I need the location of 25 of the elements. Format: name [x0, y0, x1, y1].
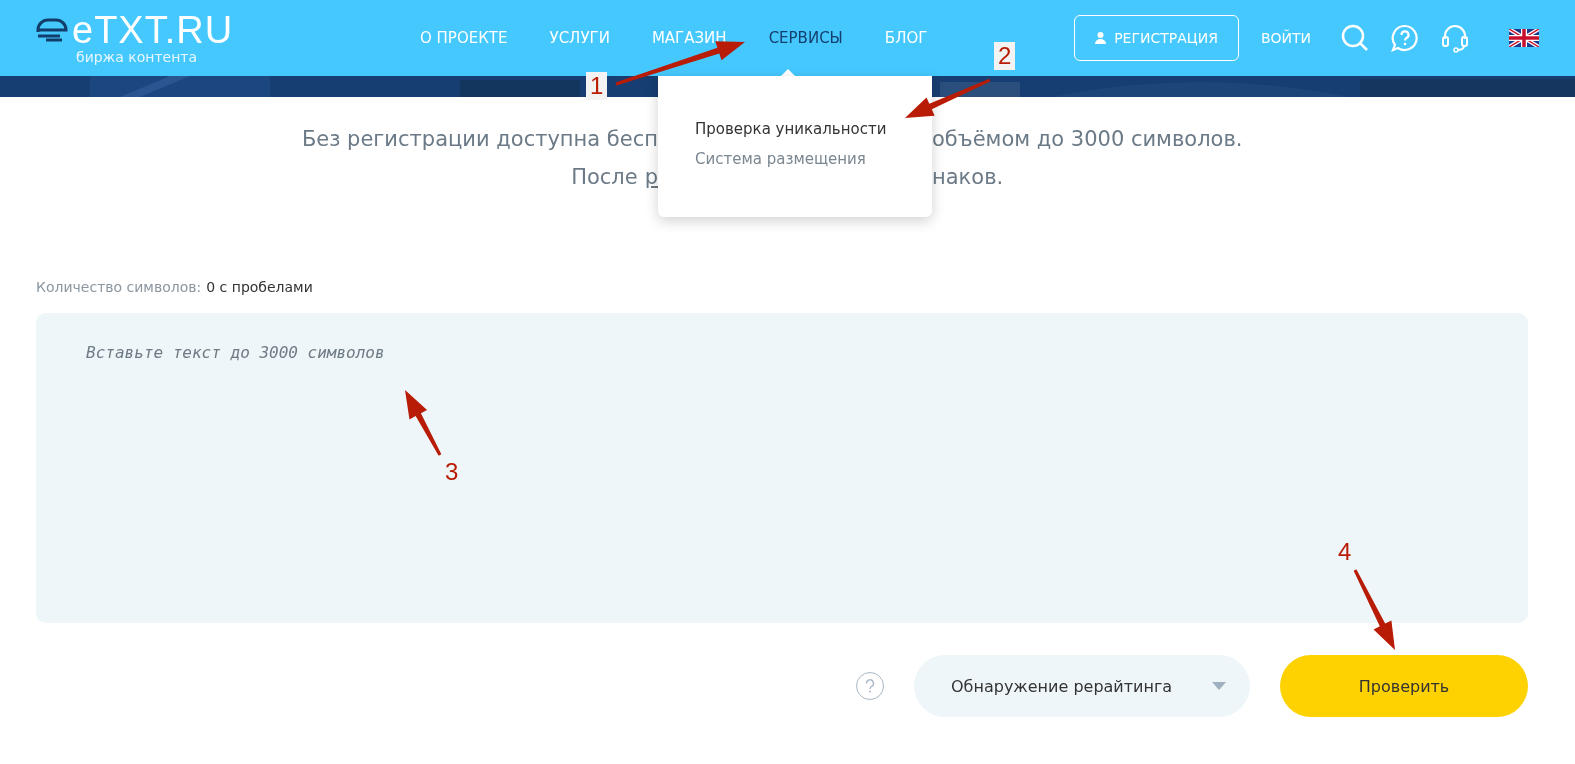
intro-text: наков.	[932, 165, 1004, 189]
counter-value: 0 с пробелами	[206, 279, 313, 295]
registration-link[interactable]: р	[644, 165, 658, 189]
annotation-number: 4	[1337, 538, 1353, 566]
check-button[interactable]: Проверить	[1280, 655, 1528, 717]
intro-text: Без регистрации доступна бесп	[301, 127, 658, 151]
annotation-number: 2	[994, 42, 1016, 70]
mode-dropdown[interactable]: Обнаружение рерайтинга	[914, 655, 1250, 717]
menu-item[interactable]: Система размещения	[695, 150, 932, 168]
menu-item[interactable]: Проверка уникальности	[695, 120, 932, 138]
annotation-arrow	[405, 390, 442, 456]
annotation-number: 1	[586, 72, 608, 100]
user-icon	[1095, 32, 1107, 44]
search-icon[interactable]	[1341, 24, 1369, 52]
logo-tagline: биржа контента	[76, 49, 198, 65]
headset-icon[interactable]	[1441, 23, 1469, 53]
annotation-number: 3	[444, 458, 460, 486]
counter-label: Количество символов:	[36, 279, 202, 295]
flag-icon[interactable]	[1509, 29, 1539, 47]
logo-icon	[36, 18, 70, 42]
caret-icon	[1212, 682, 1226, 690]
logo-text: eTXT.RU	[72, 11, 234, 49]
intro-text: После	[571, 165, 638, 189]
nav-link[interactable]: СЕРВИСЫ	[768, 29, 843, 47]
intro-text: объёмом до 3000 символов.	[932, 127, 1243, 151]
